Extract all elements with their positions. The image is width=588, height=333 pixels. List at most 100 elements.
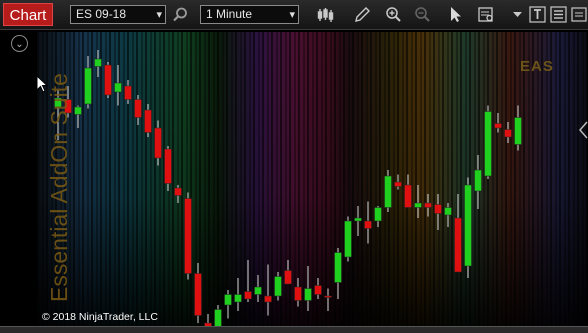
- candle-42: [474, 155, 482, 209]
- candle-body-up: [274, 276, 282, 297]
- candle-9: [144, 104, 152, 137]
- candle-35: [404, 174, 412, 208]
- candle-33: [384, 170, 392, 212]
- candle-body-up: [464, 184, 472, 267]
- candle-body-up: [384, 175, 392, 208]
- candle-6: [114, 65, 122, 106]
- candle-26: [314, 278, 322, 299]
- properties-icon[interactable]: [549, 5, 568, 24]
- pointer-icon[interactable]: [446, 5, 465, 24]
- candle-18: [234, 278, 242, 311]
- candle-body-down: [364, 220, 372, 229]
- candle-13: [184, 192, 192, 280]
- candle-38: [434, 194, 442, 230]
- candle-body-down: [124, 85, 132, 100]
- candle-28: [334, 248, 342, 299]
- candle-29: [344, 216, 352, 262]
- candle-19: [244, 260, 252, 302]
- candle-body-down: [104, 64, 112, 96]
- candle-body-down: [294, 286, 302, 301]
- candle-43: [484, 105, 492, 179]
- candle-12: [174, 185, 182, 203]
- dropdown-arrow-icon[interactable]: [508, 5, 527, 24]
- interval-selector[interactable]: 1 Minute ▾: [200, 5, 299, 24]
- candle-body-down: [394, 181, 402, 187]
- candle-39: [444, 203, 452, 227]
- text-tool-icon[interactable]: [528, 5, 547, 24]
- candle-11: [164, 146, 172, 191]
- candle-body-down: [314, 285, 322, 295]
- candle-body-up: [114, 82, 122, 93]
- candle-21: [264, 264, 272, 316]
- pencil-icon[interactable]: [353, 5, 372, 24]
- zoom-out-icon[interactable]: [413, 5, 432, 24]
- candle-body-down: [424, 202, 432, 208]
- chevron-down-icon: ▾: [156, 9, 162, 21]
- eas-watermark: EAS: [520, 58, 554, 75]
- copyright-text: © 2018 NinjaTrader, LLC: [42, 311, 158, 323]
- overflow-menu-icon[interactable]: [569, 5, 588, 24]
- candle-8: [134, 95, 142, 125]
- candle-40: [454, 194, 462, 273]
- candle-36: [414, 185, 422, 218]
- interval-value: 1 Minute: [206, 7, 253, 21]
- candle-22: [274, 272, 282, 301]
- candle-body-down: [134, 99, 142, 118]
- candle-34: [394, 174, 402, 190]
- candle-body-up: [344, 220, 352, 258]
- candle-10: [154, 120, 162, 166]
- candle-body-up: [334, 252, 342, 283]
- chevron-down-icon[interactable]: ⌄: [11, 35, 28, 52]
- candle-31: [364, 201, 372, 244]
- watermark-vertical-text: Essential AddOn Suite: [46, 73, 72, 302]
- candle-45: [504, 122, 512, 143]
- candle-body-down: [324, 295, 332, 298]
- candle-body-down: [184, 198, 192, 274]
- panel-expand-handle[interactable]: [578, 120, 588, 140]
- candle-46: [514, 105, 522, 151]
- search-icon[interactable]: [171, 5, 190, 24]
- candle-5: [104, 62, 112, 98]
- candle-body-down: [404, 184, 412, 208]
- candle-body-down: [144, 109, 152, 133]
- bar-type-icon[interactable]: [316, 5, 335, 24]
- candle-30: [354, 206, 362, 236]
- candle-32: [374, 206, 382, 227]
- candle-body-up: [214, 309, 222, 328]
- candle-body-up: [514, 117, 522, 145]
- candle-body-down: [174, 187, 182, 196]
- candle-body-up: [224, 294, 232, 306]
- candle-4: [94, 50, 102, 77]
- candle-body-down: [164, 148, 172, 184]
- vertical-watermark: Essential AddOn Suite: [46, 73, 72, 302]
- candle-body-up: [304, 288, 312, 301]
- instrument-selector[interactable]: ES 09-18 ▾: [70, 5, 166, 24]
- data-box-icon[interactable]: [477, 5, 496, 24]
- candle-body-down: [154, 127, 162, 159]
- mouse-cursor-icon: [36, 75, 49, 93]
- candle-body-up: [474, 169, 482, 192]
- candle-body-up: [444, 207, 452, 216]
- candle-20: [254, 275, 262, 302]
- price-chart[interactable]: [0, 30, 588, 332]
- candle-27: [324, 288, 332, 311]
- candle-body-up: [94, 58, 102, 67]
- candle-14: [194, 263, 202, 323]
- chart-toolbar: Chart ES 09-18 ▾ 1 Minute ▾: [0, 0, 588, 30]
- candle-23: [284, 260, 292, 285]
- candle-body-down: [264, 295, 272, 303]
- candle-body-up: [354, 217, 362, 222]
- candle-body-down: [434, 204, 442, 214]
- chart-tab[interactable]: Chart: [3, 3, 53, 26]
- candle-44: [494, 113, 502, 133]
- zoom-in-icon[interactable]: [384, 5, 403, 24]
- candle-body-down: [504, 129, 512, 138]
- instrument-value: ES 09-18: [76, 7, 127, 21]
- candle-41: [464, 177, 472, 278]
- candle-body-down: [454, 217, 462, 273]
- candle-body-up: [84, 67, 92, 105]
- candle-body-down: [244, 291, 252, 300]
- candle-body-down: [494, 123, 502, 129]
- candle-body-up: [414, 202, 422, 208]
- chart-panel[interactable]: [0, 30, 588, 332]
